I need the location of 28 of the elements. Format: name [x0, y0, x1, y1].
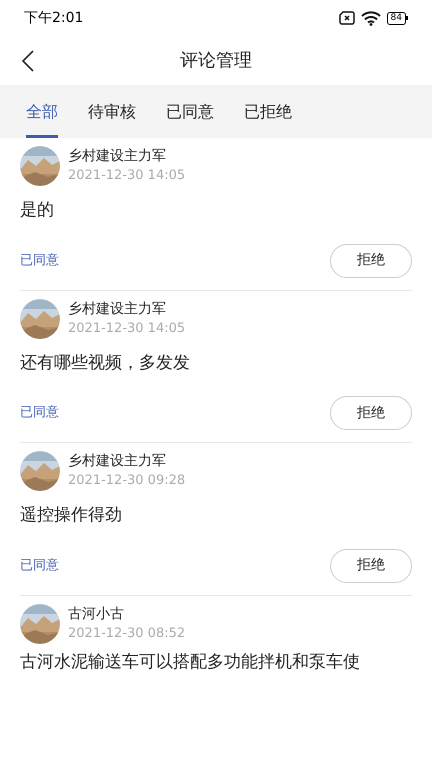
comment-text: 是的: [20, 199, 55, 222]
comment-time: 2021-12-30 09:28: [68, 472, 186, 490]
filter-tab[interactable]: 待审核: [88, 85, 136, 138]
reject-button[interactable]: 拒绝: [330, 244, 412, 278]
comment-text: 遥控操作得劲: [20, 504, 123, 527]
author-name: 古河小古: [68, 604, 125, 624]
battery-icon: 84: [386, 12, 408, 24]
comment-time: 2021-12-30 14:05: [68, 320, 186, 338]
status-label: 已同意: [20, 252, 59, 270]
back-icon[interactable]: [22, 50, 34, 72]
wifi-icon: [360, 10, 381, 26]
filter-tab[interactable]: 全部: [26, 85, 58, 138]
reject-button[interactable]: 拒绝: [330, 548, 412, 582]
filter-tab[interactable]: 已同意: [166, 85, 214, 138]
comment-text: 还有哪些视频，多发发: [20, 352, 191, 374]
filter-tab[interactable]: 已拒绝: [244, 85, 292, 138]
comment-text: 古河水泥输送车可以搭配多功能拌机和泵车使: [20, 650, 361, 674]
comment-time: 2021-12-30 14:05: [68, 167, 186, 185]
page-title: 评论管理: [180, 49, 252, 73]
author-name: 乡村建设主力军: [68, 452, 167, 471]
status-label: 已同意: [20, 404, 59, 422]
no-sim-icon: [338, 11, 355, 25]
comment-time: 2021-12-30 08:52: [68, 624, 186, 642]
reject-button[interactable]: 拒绝: [330, 396, 412, 430]
author-name: 乡村建设主力军: [68, 300, 167, 318]
author-name: 乡村建设主力军: [68, 147, 167, 166]
status-time: 下午2:01: [24, 8, 84, 28]
status-label: 已同意: [20, 556, 59, 575]
